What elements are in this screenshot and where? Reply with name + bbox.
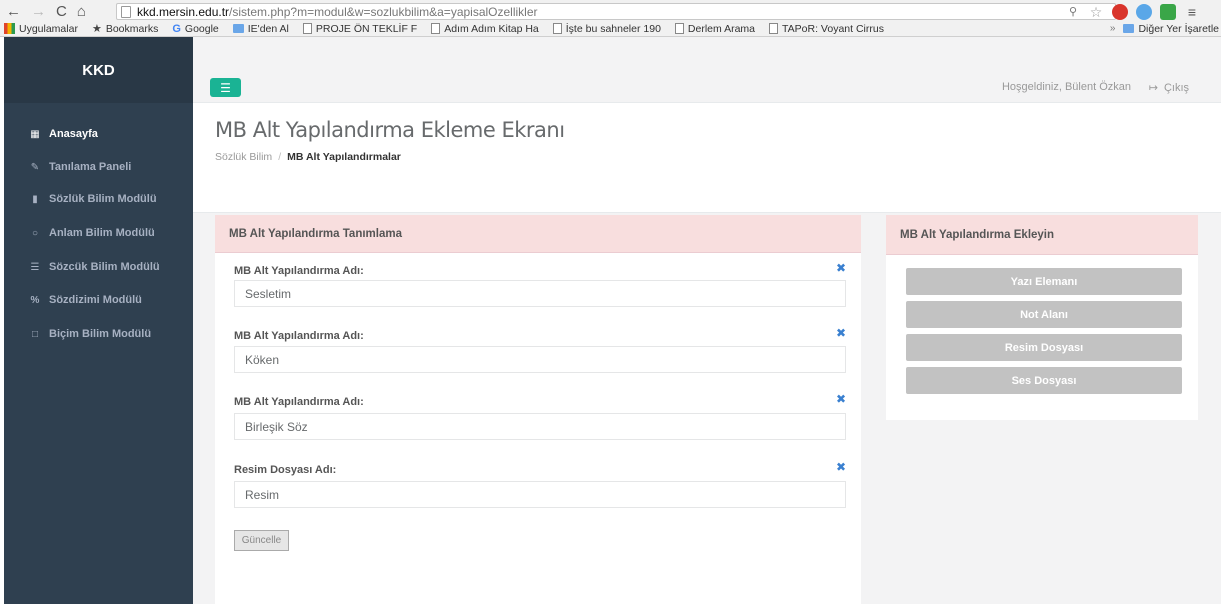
logout-link[interactable]: ↦ Çıkış bbox=[1149, 81, 1189, 94]
add-panel: MB Alt Yapılandırma Ekleyin Yazı Elemanı… bbox=[886, 215, 1198, 420]
field-label-2: MB Alt Yapılandırma Adı: bbox=[234, 330, 364, 342]
definition-panel: MB Alt Yapılandırma Tanımlama MB Alt Yap… bbox=[215, 215, 861, 604]
url-path: /sistem.php?m=modul&w=sozlukbilim&a=yapi… bbox=[229, 4, 538, 19]
bookmark-bookmarks[interactable]: ★ Bookmarks bbox=[91, 22, 158, 36]
field-label-1: MB Alt Yapılandırma Adı: bbox=[234, 265, 364, 277]
sidebar-item-anasayfa[interactable]: ▦ Anasayfa bbox=[4, 119, 193, 149]
page-icon bbox=[769, 23, 779, 34]
reload-icon[interactable]: C bbox=[56, 4, 67, 20]
brand-logo[interactable]: KKD bbox=[4, 37, 193, 103]
breadcrumb: Sözlük Bilim / MB Alt Yapılandırmalar bbox=[215, 151, 401, 163]
page-title: MB Alt Yapılandırma Ekleme Ekranı bbox=[215, 118, 565, 142]
book-icon: ▮ bbox=[32, 193, 38, 205]
field-input-2[interactable]: Köken bbox=[234, 346, 846, 373]
remove-field-1-icon[interactable]: ✖ bbox=[836, 261, 846, 275]
folder-icon bbox=[232, 24, 244, 33]
page-icon bbox=[121, 5, 131, 18]
page-icon bbox=[674, 23, 684, 34]
top-navbar: ☰ Hoşgeldiniz, Bülent Özkan ↦ Çıkış bbox=[193, 37, 1221, 103]
apps-icon bbox=[4, 23, 15, 34]
pencil-icon: ✎ bbox=[30, 161, 40, 173]
bookmark-sahneler[interactable]: İşte bu sahneler 190 bbox=[552, 23, 661, 35]
main-content: ☰ Hoşgeldiniz, Bülent Özkan ↦ Çıkış MB Al… bbox=[193, 37, 1221, 604]
sidebar-item-anlam-bilim[interactable]: ○ Anlam Bilim Modülü bbox=[4, 218, 193, 248]
bookmark-star-icon[interactable]: ☆ bbox=[1088, 4, 1104, 20]
page-heading: MB Alt Yapılandırma Ekleme Ekranı Sözlük… bbox=[193, 103, 1221, 213]
sidebar-item-sozluk-bilim[interactable]: ▮ Sözlük Bilim Modülü bbox=[4, 184, 193, 214]
sidebar-item-sozcuk-bilim[interactable]: ☰ Sözcük Bilim Modülü bbox=[4, 252, 193, 282]
remove-field-4-icon[interactable]: ✖ bbox=[836, 460, 846, 474]
url-domain: kkd.mersin.edu.tr bbox=[137, 4, 230, 19]
file-icon: □ bbox=[31, 328, 39, 340]
menu-icon[interactable]: ≡ bbox=[1184, 4, 1200, 20]
address-bar[interactable]: kkd.mersin.edu.tr/sistem.php?m=modul&w=s… bbox=[116, 3, 1116, 20]
star-icon: ★ bbox=[91, 23, 102, 35]
forward-arrow-icon[interactable]: → bbox=[31, 4, 46, 20]
browser-nav: ← → C ⌂ bbox=[6, 4, 86, 20]
browser-toolbar: ← → C ⌂ kkd.mersin.edu.tr/sistem.php?m=m… bbox=[0, 0, 1221, 37]
green-extension-icon[interactable] bbox=[1160, 3, 1176, 20]
chevron-right-icon[interactable]: » bbox=[1110, 23, 1116, 34]
sidebar-toggle-button[interactable]: ☰ bbox=[210, 78, 241, 97]
sidebar-item-tanilama[interactable]: ✎ Tanılama Paneli bbox=[4, 152, 193, 182]
zoom-icon[interactable]: ⚲ bbox=[1066, 4, 1080, 20]
page-icon bbox=[302, 23, 312, 34]
breadcrumb-separator: / bbox=[278, 151, 282, 163]
google-icon: G bbox=[172, 22, 181, 35]
extension-icons: ⚲ ☆ ≡ bbox=[1066, 3, 1200, 20]
ublock-extension-icon[interactable] bbox=[1112, 3, 1128, 20]
sign-out-icon: ↦ bbox=[1148, 82, 1158, 94]
remove-field-2-icon[interactable]: ✖ bbox=[836, 326, 846, 340]
bookmark-proje[interactable]: PROJE ÖN TEKLİF F bbox=[302, 23, 417, 35]
field-input-3[interactable]: Birleşik Söz bbox=[234, 413, 846, 440]
bookmark-kitap[interactable]: Adım Adım Kitap Ha bbox=[431, 23, 539, 35]
grid-icon: ▦ bbox=[30, 128, 40, 140]
scissors-icon: % bbox=[30, 294, 40, 306]
add-image-file-button[interactable]: Resim Dosyası bbox=[906, 334, 1182, 361]
bookmark-derlem[interactable]: Derlem Arama bbox=[674, 23, 755, 35]
field-label-4: Resim Dosyası Adı: bbox=[234, 464, 337, 476]
update-button[interactable]: Güncelle bbox=[234, 530, 289, 551]
add-audio-file-button[interactable]: Ses Dosyası bbox=[906, 367, 1182, 394]
add-text-element-button[interactable]: Yazı Elemanı bbox=[906, 268, 1182, 295]
sidebar: KKD ▦ Anasayfa ✎ Tanılama Paneli ▮ Sözlü… bbox=[4, 37, 193, 604]
field-input-1[interactable]: Sesletim bbox=[234, 280, 846, 307]
bookmark-tapor[interactable]: TAPoR: Voyant Cirrus bbox=[769, 23, 884, 35]
blue-extension-icon[interactable] bbox=[1136, 3, 1152, 20]
field-input-4[interactable]: Resim bbox=[234, 481, 846, 508]
back-arrow-icon[interactable]: ← bbox=[6, 4, 21, 20]
add-panel-title: MB Alt Yapılandırma Ekleyin bbox=[886, 215, 1198, 255]
add-note-area-button[interactable]: Not Alanı bbox=[906, 301, 1182, 328]
welcome-text: Hoşgeldiniz, Bülent Özkan bbox=[1001, 81, 1131, 93]
page-icon bbox=[431, 23, 441, 34]
breadcrumb-current: MB Alt Yapılandırmalar bbox=[287, 151, 401, 163]
sidebar-item-sozdizimi[interactable]: % Sözdizimi Modülü bbox=[4, 285, 193, 315]
remove-field-3-icon[interactable]: ✖ bbox=[836, 392, 846, 406]
globe-icon: ○ bbox=[31, 227, 39, 239]
folder-icon bbox=[1123, 24, 1135, 33]
sidebar-item-bicim-bilim[interactable]: □ Biçim Bilim Modülü bbox=[4, 319, 193, 349]
bookmark-apps[interactable]: Uygulamalar bbox=[4, 23, 78, 35]
other-bookmarks[interactable]: » Diğer Yer İşaretle bbox=[1110, 20, 1219, 37]
hamburger-icon: ☰ bbox=[220, 80, 231, 95]
bookmark-ie-import[interactable]: IE'den Al bbox=[232, 23, 289, 35]
definition-panel-title: MB Alt Yapılandırma Tanımlama bbox=[215, 215, 861, 253]
bookmarks-bar: Uygulamalar ★ Bookmarks G Google IE'den Al… bbox=[0, 20, 1221, 37]
field-label-3: MB Alt Yapılandırma Adı: bbox=[234, 396, 364, 408]
bookmark-google[interactable]: G Google bbox=[172, 23, 218, 35]
page-icon bbox=[552, 23, 562, 34]
list-icon: ☰ bbox=[30, 261, 40, 273]
breadcrumb-parent[interactable]: Sözlük Bilim bbox=[215, 151, 272, 163]
home-icon[interactable]: ⌂ bbox=[77, 4, 86, 20]
